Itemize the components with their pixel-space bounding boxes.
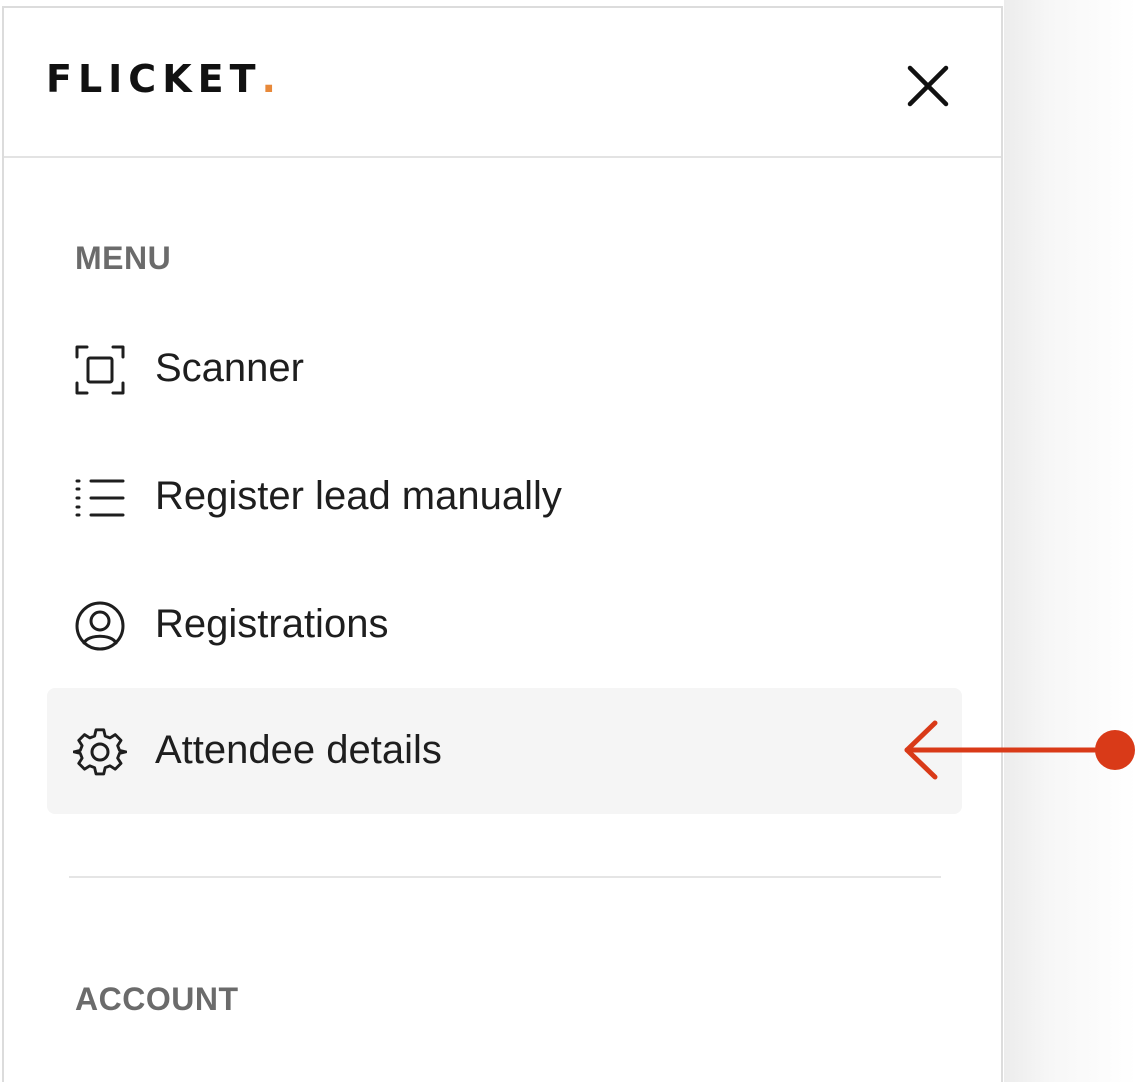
menu-item-label: Scanner [155, 346, 304, 390]
close-button[interactable] [902, 60, 954, 112]
annotation-arrow-icon [904, 720, 1135, 780]
section-divider [69, 876, 941, 878]
close-icon [907, 65, 949, 107]
logo-text: FLICKET [46, 57, 262, 101]
drawer-header: FLICKET. [4, 8, 1001, 158]
page: FLICKET. MENU Scanner Register lead manu… [0, 0, 1137, 1082]
logo-dot: . [261, 57, 276, 101]
account-section-title: ACCOUNT [75, 981, 239, 1017]
menu-section-title: MENU [75, 240, 172, 276]
navigation-drawer: FLICKET. MENU Scanner Register lead manu… [2, 6, 1003, 1082]
backdrop-overlay[interactable] [1004, 0, 1137, 1082]
list-icon [75, 479, 125, 517]
user-circle-icon [75, 601, 125, 651]
menu-item-label: Register lead manually [155, 474, 562, 518]
menu-item-scanner[interactable]: Scanner [47, 306, 962, 432]
gear-icon [73, 728, 127, 776]
menu-item-register-lead[interactable]: Register lead manually [47, 434, 962, 560]
menu-item-label: Registrations [155, 602, 389, 646]
scan-icon [75, 345, 125, 395]
menu-item-label: Attendee details [155, 728, 442, 772]
menu-item-registrations[interactable]: Registrations [47, 562, 962, 688]
menu-item-attendee-details[interactable]: Attendee details [47, 688, 962, 814]
logo: FLICKET. [46, 60, 276, 98]
